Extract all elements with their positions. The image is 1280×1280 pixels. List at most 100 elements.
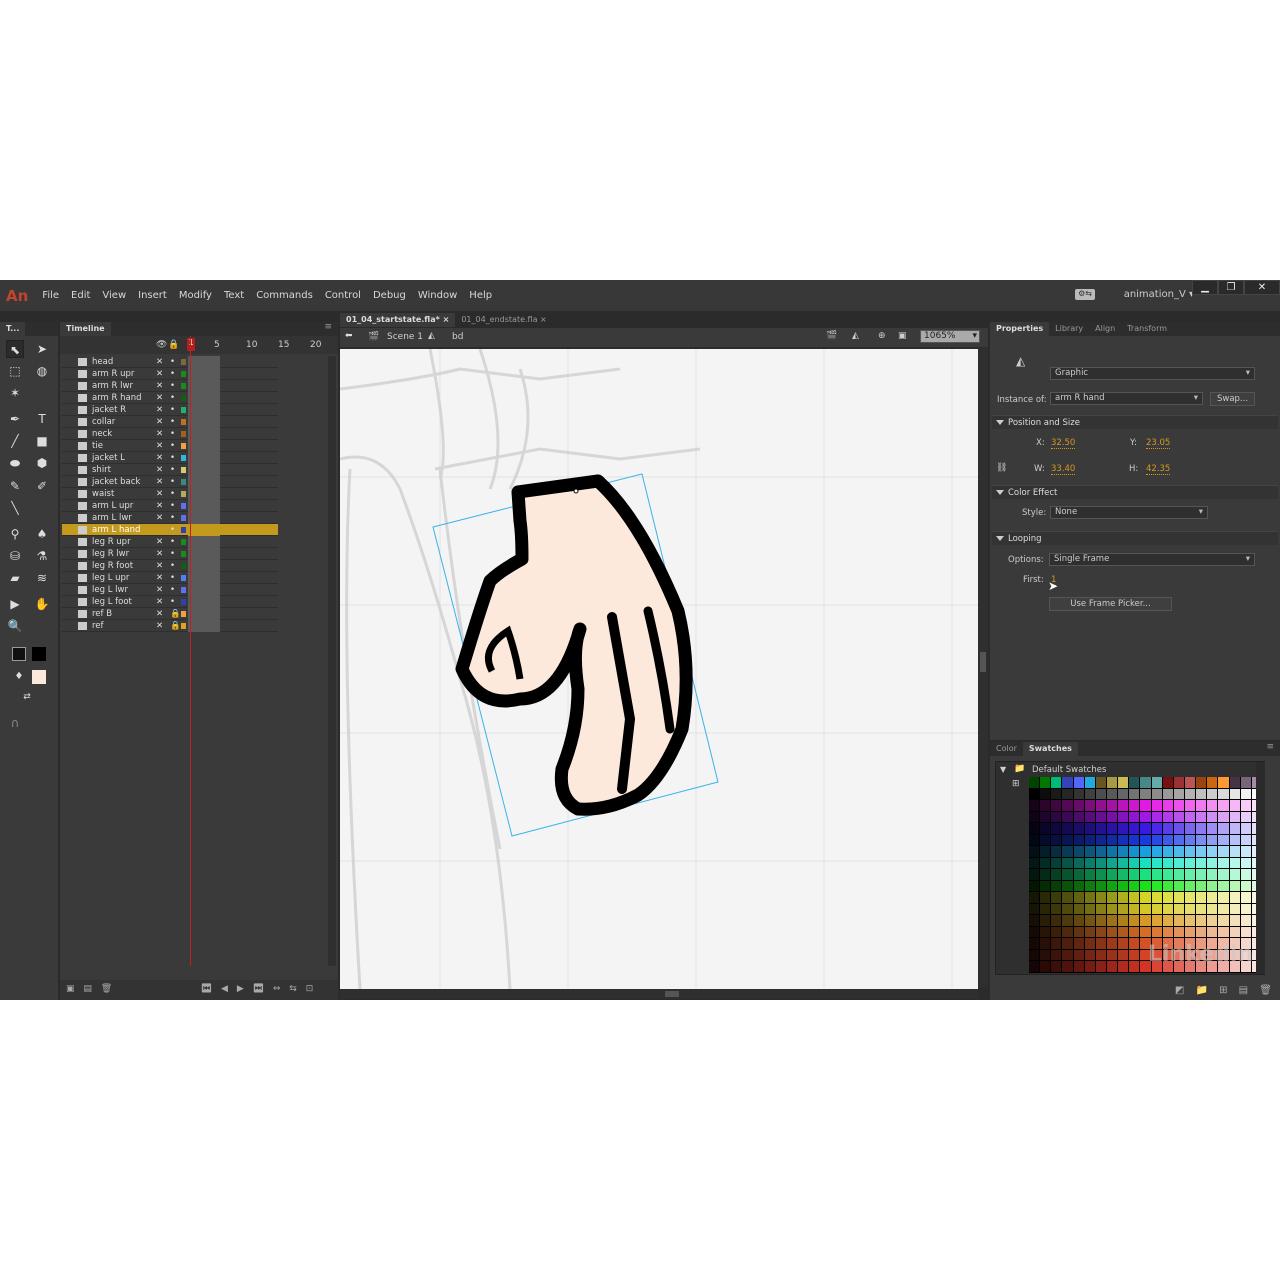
swatch[interactable] bbox=[1073, 811, 1084, 823]
lock-dot[interactable]: • bbox=[170, 536, 175, 548]
swatch[interactable] bbox=[1107, 834, 1118, 846]
swatch[interactable] bbox=[1140, 823, 1151, 834]
zoom-field[interactable]: 1065% ▾ bbox=[920, 330, 980, 343]
lock-dot[interactable]: • bbox=[170, 392, 175, 404]
swatch[interactable] bbox=[1173, 880, 1184, 892]
swatch[interactable] bbox=[1151, 823, 1162, 834]
swatch[interactable] bbox=[1084, 834, 1095, 846]
swatch[interactable] bbox=[1196, 869, 1207, 880]
menu-window[interactable]: Window bbox=[412, 290, 463, 301]
bone-tool-icon[interactable]: ⚲ bbox=[6, 525, 24, 543]
swatch[interactable] bbox=[1207, 915, 1218, 926]
swatch[interactable] bbox=[1173, 869, 1184, 880]
swatch[interactable] bbox=[1196, 811, 1207, 823]
swatch[interactable] bbox=[1062, 892, 1073, 903]
oval-tool-icon[interactable]: ⬬ bbox=[6, 454, 24, 472]
swatch[interactable] bbox=[1185, 777, 1196, 788]
swatch[interactable] bbox=[1062, 938, 1073, 949]
swatch[interactable] bbox=[1051, 869, 1062, 880]
swatch[interactable] bbox=[1207, 892, 1218, 903]
hand-tool-icon[interactable]: ✋ bbox=[33, 595, 51, 613]
selection-tool-icon[interactable]: ⬉ bbox=[6, 340, 24, 358]
frame-span[interactable] bbox=[188, 440, 220, 452]
position-size-section[interactable]: Position and Size bbox=[992, 415, 1278, 429]
swatch[interactable] bbox=[1207, 834, 1218, 846]
swatch[interactable] bbox=[1073, 788, 1084, 800]
swatch[interactable] bbox=[1173, 903, 1184, 915]
swatch[interactable] bbox=[1029, 961, 1040, 972]
swatch[interactable] bbox=[1095, 800, 1106, 811]
swatch[interactable] bbox=[1162, 903, 1173, 915]
layer-row[interactable]: jacket L ✕ • bbox=[62, 452, 278, 464]
layer-name[interactable]: arm R hand bbox=[92, 392, 142, 404]
swatch[interactable] bbox=[1073, 857, 1084, 869]
swatch[interactable] bbox=[1207, 903, 1218, 915]
swatch[interactable] bbox=[1229, 800, 1240, 811]
workspace-switcher[interactable]: animation_V ▾ bbox=[1124, 289, 1194, 300]
frame-span[interactable] bbox=[188, 404, 220, 416]
layer-row[interactable]: jacket back ✕ • bbox=[62, 476, 278, 488]
swatch[interactable] bbox=[1051, 788, 1062, 800]
swatch[interactable] bbox=[1062, 823, 1073, 834]
swatch[interactable] bbox=[1185, 800, 1196, 811]
swatch[interactable] bbox=[1095, 834, 1106, 846]
snap-to-objects-icon[interactable]: ∩ bbox=[6, 714, 24, 732]
close-button[interactable]: ✕ bbox=[1244, 280, 1280, 295]
swatch[interactable] bbox=[1029, 938, 1040, 949]
swatch[interactable] bbox=[1151, 926, 1162, 938]
swatch[interactable] bbox=[1084, 915, 1095, 926]
swatch[interactable] bbox=[1218, 823, 1229, 834]
swatch[interactable] bbox=[1229, 880, 1240, 892]
swatch[interactable] bbox=[1162, 823, 1173, 834]
layer-name[interactable]: leg L foot bbox=[92, 596, 132, 608]
swatch[interactable] bbox=[1162, 800, 1173, 811]
swatch[interactable] bbox=[1185, 903, 1196, 915]
layer-row[interactable]: neck ✕ • bbox=[62, 428, 278, 440]
tab-color[interactable]: Color bbox=[990, 742, 1023, 756]
layer-row[interactable]: head ✕ • bbox=[62, 356, 278, 368]
swatch[interactable] bbox=[1162, 834, 1173, 846]
center-stage-icon[interactable]: ⊕ bbox=[878, 331, 886, 341]
frame-span[interactable] bbox=[188, 524, 220, 536]
layer-row[interactable]: collar ✕ • bbox=[62, 416, 278, 428]
swatch[interactable] bbox=[1073, 903, 1084, 915]
lock-dot[interactable]: • bbox=[170, 452, 175, 464]
swatch[interactable] bbox=[1073, 834, 1084, 846]
zoom-tool-icon[interactable]: 🔍 bbox=[6, 617, 24, 635]
swatch[interactable] bbox=[1062, 834, 1073, 846]
swatch[interactable] bbox=[1029, 834, 1040, 846]
layer-name[interactable]: leg L upr bbox=[92, 572, 129, 584]
frame-span[interactable] bbox=[188, 512, 220, 524]
breadcrumb-scene[interactable]: Scene 1 bbox=[387, 332, 423, 342]
swatch[interactable] bbox=[1229, 926, 1240, 938]
frame-span[interactable] bbox=[188, 464, 220, 476]
tools-tab[interactable]: T... bbox=[0, 322, 26, 336]
swatch[interactable] bbox=[1029, 926, 1040, 938]
width-tool-icon[interactable]: ≋ bbox=[33, 569, 51, 587]
hidden-toggle-icon[interactable]: ✕ bbox=[156, 464, 163, 476]
swatch[interactable] bbox=[1185, 811, 1196, 823]
swatch[interactable] bbox=[1240, 823, 1251, 834]
lock-dot[interactable]: • bbox=[170, 404, 175, 416]
swatch[interactable] bbox=[1118, 811, 1129, 823]
swatch[interactable] bbox=[1040, 926, 1051, 938]
layer-name[interactable]: neck bbox=[92, 428, 112, 440]
swatch[interactable] bbox=[1062, 949, 1073, 961]
swatch[interactable] bbox=[1129, 846, 1140, 857]
frame-span[interactable] bbox=[188, 608, 220, 620]
swatch[interactable] bbox=[1084, 777, 1095, 788]
swatch[interactable] bbox=[1118, 869, 1129, 880]
playhead[interactable]: 1 bbox=[187, 338, 195, 351]
frame-span[interactable] bbox=[188, 452, 220, 464]
swatch[interactable] bbox=[1084, 961, 1095, 972]
layer-row[interactable]: arm R hand ✕ • bbox=[62, 392, 278, 404]
swatch[interactable] bbox=[1240, 834, 1251, 846]
layer-color-swatch[interactable] bbox=[181, 575, 186, 581]
swatch[interactable] bbox=[1095, 846, 1106, 857]
swatch[interactable] bbox=[1151, 892, 1162, 903]
swatch[interactable] bbox=[1118, 938, 1129, 949]
lock-dot[interactable]: • bbox=[170, 440, 175, 452]
menu-modify[interactable]: Modify bbox=[173, 290, 218, 301]
frame-span[interactable] bbox=[188, 548, 220, 560]
swatch[interactable] bbox=[1229, 857, 1240, 869]
